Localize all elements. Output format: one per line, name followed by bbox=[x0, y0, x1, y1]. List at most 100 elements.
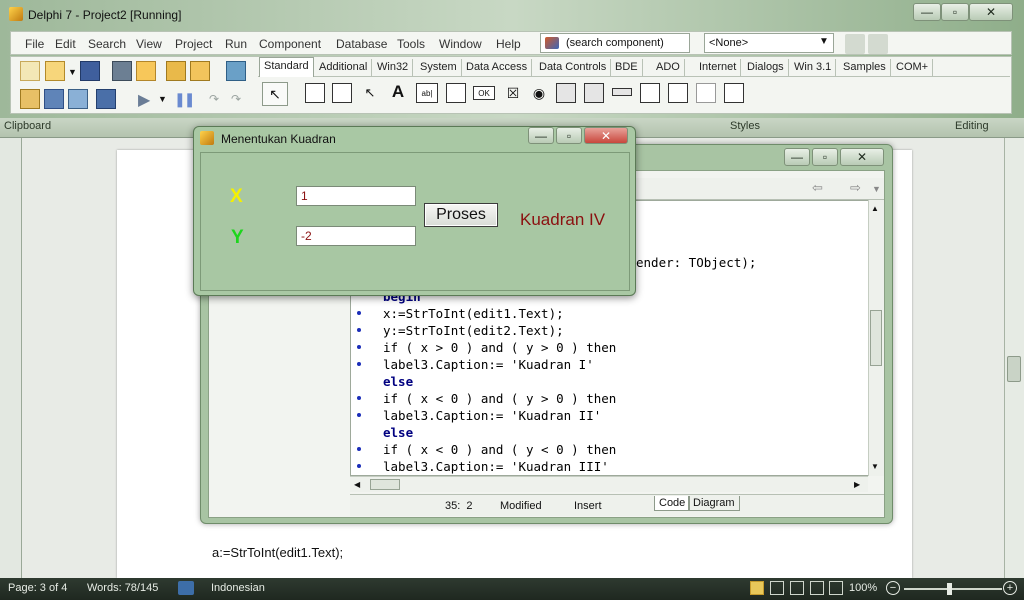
menu-run[interactable]: Run bbox=[225, 37, 247, 51]
outline-icon[interactable] bbox=[810, 581, 824, 595]
view-form-icon[interactable] bbox=[44, 89, 64, 109]
radiobutton-icon[interactable]: ◉ bbox=[529, 83, 549, 103]
tab-additional[interactable]: Additional bbox=[315, 59, 373, 76]
ide-maximize-button[interactable]: ▫ bbox=[941, 3, 969, 21]
document-scrollbar[interactable] bbox=[1004, 138, 1024, 578]
breakpoint-dot[interactable] bbox=[357, 311, 361, 315]
code-hscroll-thumb[interactable] bbox=[370, 479, 400, 490]
open-project-icon[interactable] bbox=[136, 61, 156, 81]
zoom-level[interactable]: 100% bbox=[849, 582, 877, 594]
combobox-icon[interactable] bbox=[584, 83, 604, 103]
zoom-slider-thumb[interactable] bbox=[947, 583, 952, 595]
tab-bde[interactable]: BDE bbox=[611, 59, 643, 76]
full-screen-icon[interactable] bbox=[770, 581, 784, 595]
menu-search[interactable]: Search bbox=[88, 37, 126, 51]
panel-icon[interactable] bbox=[696, 83, 716, 103]
trace-into-icon[interactable]: ↷ bbox=[204, 89, 224, 109]
language-label[interactable]: Indonesian bbox=[211, 582, 265, 594]
ide-minimize-button[interactable]: — bbox=[913, 3, 941, 21]
edit1-field[interactable]: 1 bbox=[296, 186, 416, 206]
set-debug-desktop-icon[interactable] bbox=[868, 34, 888, 54]
memo-icon[interactable] bbox=[446, 83, 466, 103]
zoom-out-icon[interactable]: − bbox=[886, 581, 900, 595]
tab-data-controls[interactable]: Data Controls bbox=[535, 59, 612, 76]
run-icon[interactable]: ▶ bbox=[138, 90, 150, 110]
word-count[interactable]: Words: 78/145 bbox=[87, 582, 158, 594]
breakpoint-dot[interactable] bbox=[357, 447, 361, 451]
tab-internet[interactable]: Internet bbox=[695, 59, 742, 76]
form-maximize-button[interactable]: ▫ bbox=[556, 127, 582, 144]
groupbox-icon[interactable] bbox=[640, 83, 660, 103]
step-over-icon[interactable]: ↷ bbox=[226, 89, 246, 109]
ide-close-button[interactable]: ✕ bbox=[969, 3, 1013, 21]
radiogroup-icon[interactable] bbox=[668, 83, 688, 103]
popupmenu-icon[interactable] bbox=[332, 83, 352, 103]
label-a-icon[interactable]: A bbox=[388, 82, 408, 102]
menu-window[interactable]: Window bbox=[439, 37, 482, 51]
toggle-form-unit-icon[interactable] bbox=[68, 89, 88, 109]
editor-close-button[interactable]: ✕ bbox=[840, 148, 884, 166]
button-component-icon[interactable]: OK bbox=[473, 86, 495, 100]
run-dropdown-icon[interactable]: ▼ bbox=[158, 94, 167, 104]
tab-com-plus[interactable]: COM+ bbox=[892, 59, 934, 76]
tab-dialogs[interactable]: Dialogs bbox=[743, 59, 789, 76]
tab-data-access[interactable]: Data Access bbox=[462, 59, 533, 76]
tab-ado[interactable]: ADO bbox=[652, 59, 685, 76]
scroll-right-icon[interactable]: ▶ bbox=[854, 480, 860, 489]
edit2-field[interactable]: -2 bbox=[296, 226, 416, 246]
menu-database[interactable]: Database bbox=[336, 37, 387, 51]
remove-from-project-icon[interactable] bbox=[190, 61, 210, 81]
tab-win32[interactable]: Win32 bbox=[373, 59, 414, 76]
save-all-icon[interactable] bbox=[112, 61, 132, 81]
edit-component-icon[interactable]: ab| bbox=[416, 83, 438, 103]
breakpoint-dot[interactable] bbox=[357, 345, 361, 349]
web-layout-icon[interactable] bbox=[790, 581, 804, 595]
menu-component[interactable]: Component bbox=[259, 37, 321, 51]
tab-code[interactable]: Code bbox=[654, 496, 691, 511]
form-minimize-button[interactable]: — bbox=[528, 127, 554, 144]
tab-samples[interactable]: Samples bbox=[839, 59, 891, 76]
breakpoint-dot[interactable] bbox=[357, 362, 361, 366]
open-dropdown-icon[interactable]: ▼ bbox=[68, 67, 77, 77]
pause-icon[interactable]: ❚❚ bbox=[174, 91, 196, 108]
editor-minimize-button[interactable]: — bbox=[784, 148, 810, 166]
scroll-thumb[interactable] bbox=[1007, 356, 1021, 382]
tab-win31[interactable]: Win 3.1 bbox=[790, 59, 837, 76]
menu-project[interactable]: Project bbox=[175, 37, 212, 51]
back-arrow-icon[interactable]: ⇦ bbox=[812, 180, 823, 196]
add-to-project-icon[interactable] bbox=[166, 61, 186, 81]
breakpoint-dot[interactable] bbox=[357, 464, 361, 468]
breakpoint-dot[interactable] bbox=[357, 328, 361, 332]
checkbox-icon[interactable]: ☒ bbox=[503, 83, 523, 103]
proofing-icon[interactable] bbox=[178, 581, 194, 595]
pointer-icon[interactable]: ↖ bbox=[262, 82, 288, 106]
code-hscrollbar[interactable]: ◀ ▶ bbox=[350, 476, 868, 492]
zoom-in-icon[interactable]: + bbox=[1003, 581, 1017, 595]
navigate-dropdown-icon[interactable]: ▼ bbox=[872, 184, 881, 194]
menu-view[interactable]: View bbox=[136, 37, 162, 51]
mainmenu-icon[interactable] bbox=[305, 83, 325, 103]
scrollbar-component-icon[interactable] bbox=[612, 88, 632, 96]
forward-arrow-icon[interactable]: ⇨ bbox=[850, 180, 861, 196]
tab-diagram[interactable]: Diagram bbox=[688, 496, 740, 511]
desktop-select[interactable]: <None> ▼ bbox=[704, 33, 834, 53]
print-layout-icon[interactable] bbox=[750, 581, 764, 595]
actionlist-icon[interactable] bbox=[724, 83, 744, 103]
new-icon[interactable] bbox=[20, 61, 40, 81]
new-form-icon[interactable] bbox=[96, 89, 116, 109]
form-close-button[interactable]: ✕ bbox=[584, 127, 628, 144]
breakpoint-dot[interactable] bbox=[357, 396, 361, 400]
scroll-down-icon[interactable]: ▼ bbox=[871, 462, 879, 471]
menu-tools[interactable]: Tools bbox=[397, 37, 425, 51]
label-component-icon[interactable]: ↖ bbox=[360, 83, 380, 103]
save-desktop-icon[interactable] bbox=[845, 34, 865, 54]
help-contents-icon[interactable] bbox=[226, 61, 246, 81]
scroll-left-icon[interactable]: ◀ bbox=[354, 480, 360, 489]
search-component-box[interactable]: (search component) bbox=[540, 33, 690, 53]
menu-help[interactable]: Help bbox=[496, 37, 521, 51]
code-vscrollbar[interactable]: ▲ ▼ bbox=[868, 200, 884, 476]
menu-file[interactable]: File bbox=[25, 37, 44, 51]
zoom-slider[interactable] bbox=[904, 588, 1002, 590]
tab-system[interactable]: System bbox=[416, 59, 462, 76]
draft-icon[interactable] bbox=[829, 581, 843, 595]
